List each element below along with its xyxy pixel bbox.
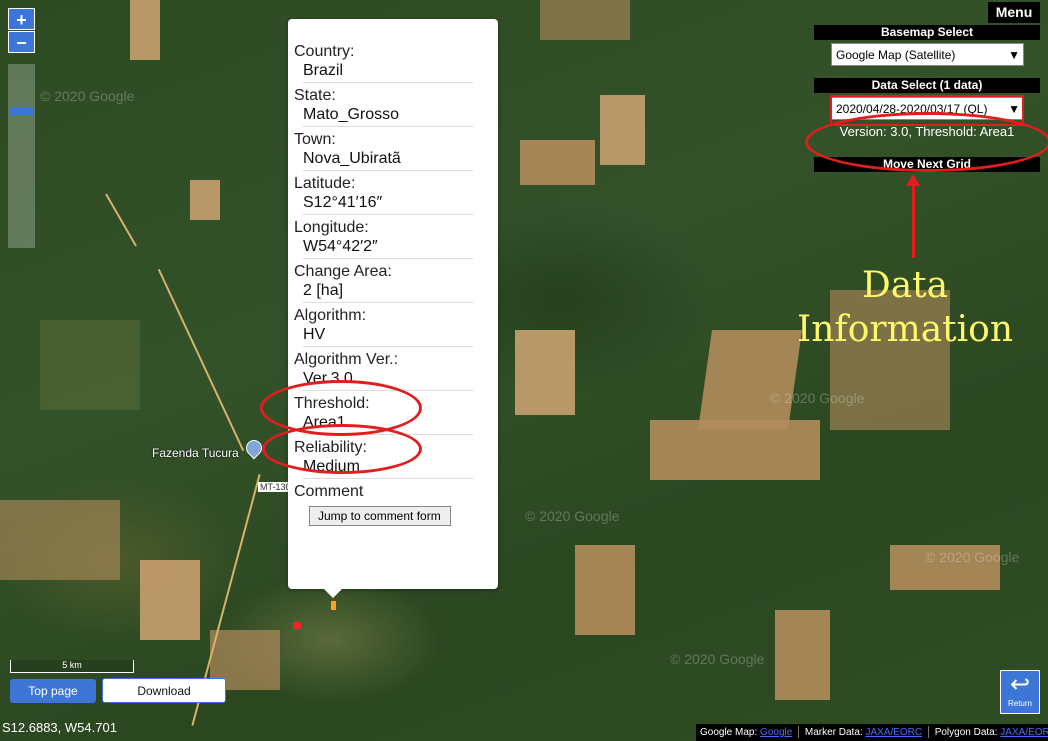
- map-watermark: © 2020 Google: [925, 549, 1020, 565]
- return-label: Return: [1007, 699, 1032, 708]
- field-value: HV: [303, 326, 473, 347]
- field-value: Brazil: [303, 62, 473, 83]
- popup-comment: Comment Jump to comment form: [294, 483, 498, 526]
- google-link[interactable]: Google: [760, 727, 792, 738]
- cursor-coordinates: S12.6883, W54.701: [2, 720, 117, 735]
- map-field: [140, 560, 200, 640]
- annotation-ellipse: [805, 112, 1048, 172]
- data-select-header: Data Select (1 data): [814, 78, 1040, 93]
- scale-bar: 5 km: [10, 660, 134, 673]
- popup-field: Longitude: W54°42′2″: [294, 219, 498, 259]
- map-watermark: © 2020 Google: [525, 508, 620, 524]
- comment-label: Comment: [294, 483, 364, 500]
- popup-field: Country: Brazil: [294, 43, 498, 83]
- change-marker[interactable]: [293, 622, 301, 629]
- google-map-credit: Google Map:: [700, 727, 758, 738]
- return-button[interactable]: ↩ Return: [1000, 670, 1040, 714]
- map-road: [105, 193, 137, 247]
- map-field: [40, 320, 140, 410]
- field-value: Nova_Ubiratã: [303, 150, 473, 171]
- polygon-data-credit: Polygon Data:: [934, 727, 998, 738]
- popup-field: Town: Nova_Ubiratã: [294, 131, 498, 171]
- map-field: [600, 95, 645, 165]
- map-field: [130, 0, 160, 60]
- basemap-select-value: Google Map (Satellite): [836, 48, 956, 62]
- polygon-data-link[interactable]: JAXA/EORC: [1000, 727, 1048, 738]
- field-label: Algorithm Ver.:: [294, 351, 399, 368]
- basemap-header: Basemap Select: [814, 25, 1040, 40]
- marker-data-credit: Marker Data:: [804, 727, 863, 738]
- divider: [798, 726, 800, 739]
- field-label: Longitude:: [294, 219, 369, 236]
- map-field: [650, 420, 820, 480]
- field-value: Mato_Grosso: [303, 106, 473, 127]
- map-field: [190, 180, 220, 220]
- popup-field: Algorithm: HV: [294, 307, 498, 347]
- annotation-arrow: [912, 184, 915, 258]
- popup-field: Change Area: 2 [ha]: [294, 263, 498, 303]
- attribution-bar: Google Map: Google Marker Data: JAXA/EOR…: [696, 724, 1048, 741]
- annotation-line-1: Data: [861, 265, 949, 306]
- map-field: [515, 330, 575, 415]
- map-field: [575, 545, 635, 635]
- map-watermark: © 2020 Google: [770, 390, 865, 406]
- place-label: Fazenda Tucura: [152, 446, 239, 460]
- field-label: Town:: [294, 131, 336, 148]
- annotation-text: Data Information: [780, 264, 1030, 352]
- field-value: S12°41′16″: [303, 194, 473, 215]
- menu-button[interactable]: Menu: [988, 2, 1040, 23]
- marker-data-link[interactable]: JAXA/EORC: [865, 727, 922, 738]
- jump-to-comment-button[interactable]: Jump to comment form: [309, 506, 451, 526]
- popup-top-spacer: [288, 19, 498, 39]
- download-button[interactable]: Download: [102, 678, 226, 703]
- map-field: [775, 610, 830, 700]
- zoom-slider[interactable]: [8, 64, 35, 248]
- change-marker[interactable]: [331, 601, 336, 610]
- field-value: W54°42′2″: [303, 238, 473, 259]
- map-watermark: © 2020 Google: [670, 651, 765, 667]
- annotation-line-2: Information: [796, 309, 1014, 350]
- chevron-down-icon: ▼: [1008, 48, 1020, 62]
- map-field: [520, 140, 595, 185]
- field-label: State:: [294, 87, 336, 104]
- basemap-select[interactable]: Google Map (Satellite) ▼: [831, 43, 1024, 66]
- divider: [927, 726, 929, 739]
- map-road: [157, 268, 245, 452]
- field-value: 2 [ha]: [303, 282, 473, 303]
- zoom-control: + −: [8, 8, 35, 54]
- zoom-out-button[interactable]: −: [8, 31, 35, 53]
- field-label: Country:: [294, 43, 355, 60]
- popup-field: State: Mato_Grosso: [294, 87, 498, 127]
- annotation-ellipse: [262, 424, 422, 474]
- zoom-in-button[interactable]: +: [8, 8, 35, 30]
- map-watermark: © 2020 Google: [40, 88, 135, 104]
- top-page-button[interactable]: Top page: [10, 679, 96, 703]
- zoom-slider-handle[interactable]: [10, 107, 33, 116]
- map-field: [0, 500, 120, 580]
- map-field: [540, 0, 630, 40]
- field-label: Latitude:: [294, 175, 356, 192]
- field-label: Change Area:: [294, 263, 392, 280]
- field-label: Algorithm:: [294, 307, 367, 324]
- return-arrow-icon: ↩: [1009, 671, 1031, 698]
- popup-field: Latitude: S12°41′16″: [294, 175, 498, 215]
- info-popup: Country: Brazil State: Mato_Grosso Town: Nova…: [288, 19, 498, 598]
